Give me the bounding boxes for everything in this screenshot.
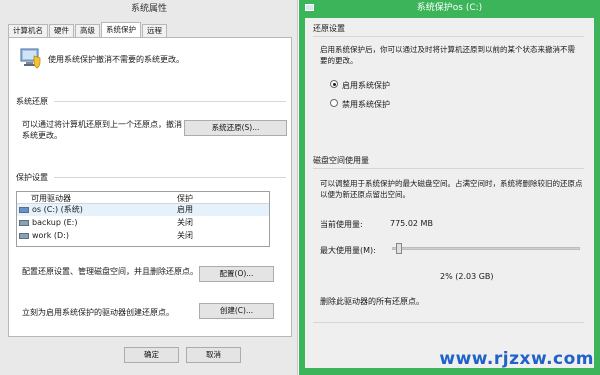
tab-advanced[interactable]: 高级 [75,24,100,37]
cancel-button[interactable]: 取消 [186,347,241,363]
current-usage-value: 775.02 MB [390,219,433,228]
disable-protection-label[interactable]: 禁用系统保护 [342,99,390,110]
disk-usage-desc-line2: 以便为新还原点留出空间。 [320,190,410,199]
configure-button[interactable]: 配置(O)... [199,266,274,282]
tab-hardware[interactable]: 硬件 [49,24,74,37]
drive-list[interactable]: 可用驱动器 保护 os (C:) (系统) 启用 backup (E:) 关闭 … [16,191,270,247]
intro-text: 使用系统保护撤消不需要的系统更改。 [48,55,184,64]
disk-usage-desc: 可以调整用于系统保护的最大磁盘空间。占满空间时，系统将删除较旧的还原点 以便为新… [320,178,583,200]
drive-icon [19,220,29,226]
dialog-title: 系统保护os (C:) [416,3,483,13]
max-usage-slider-track[interactable] [392,247,580,250]
computer-shield-icon [20,47,42,69]
divider [54,177,286,178]
drive-status: 启用 [177,205,193,214]
max-usage-value: 2% (2.03 GB) [440,272,494,281]
current-usage-label: 当前使用量: [320,220,363,229]
enable-protection-label[interactable]: 启用系统保护 [342,80,390,91]
create-button[interactable]: 创建(C)... [199,303,274,319]
window-title: 系统属性 [130,4,167,14]
restore-settings-desc-line1: 启用系统保护后，你可以通过及时将计算机还原到以前的某个状态来撤消不需 [320,45,575,54]
tab-computer-name[interactable]: 计算机名 [8,24,48,37]
create-text: 立刻为启用系统保护的驱动器创建还原点。 [22,308,174,317]
drive-status: 关闭 [177,218,193,227]
system-protection-panel [8,37,292,337]
drive-name: backup (E:) [32,218,78,227]
tab-remote[interactable]: 远程 [142,24,167,37]
restore-desc: 可以通过将计算机还原到上一个还原点，撤消 系统更改。 [22,119,182,141]
restore-desc-line1: 可以通过将计算机还原到上一个还原点，撤消 [22,120,182,129]
system-restore-button[interactable]: 系统还原(S)... [184,120,287,136]
drive-status: 关闭 [177,231,193,240]
drive-name: os (C:) (系统) [32,205,83,214]
delete-restore-points-text: 删除此驱动器的所有还原点。 [320,297,424,306]
ok-button[interactable]: 确定 [124,347,179,363]
tab-strip: 计算机名 硬件 高级 系统保护 远程 [8,22,168,37]
disable-protection-radio[interactable] [330,99,338,107]
drive-row-e[interactable]: backup (E:) 关闭 [17,217,269,229]
tab-system-protection[interactable]: 系统保护 [101,22,141,37]
max-usage-slider-thumb[interactable] [396,243,402,254]
drive-list-header: 可用驱动器 保护 [17,192,269,204]
divider [313,322,584,323]
disk-usage-desc-line1: 可以调整用于系统保护的最大磁盘空间。占满空间时，系统将删除较旧的还原点 [320,179,583,188]
restore-heading: 系统还原 [16,97,48,106]
drive-name: work (D:) [32,231,69,240]
drive-row-d[interactable]: work (D:) 关闭 [17,230,269,242]
divider [313,36,584,37]
watermark: www.rjzxw.com [439,349,594,369]
drive-icon [19,233,29,239]
config-text: 配置还原设置、管理磁盘空间，并且删除还原点。 [22,267,198,276]
restore-settings-desc: 启用系统保护后，你可以通过及时将计算机还原到以前的某个状态来撤消不需 要的更改。 [320,44,575,66]
max-usage-label: 最大使用量(M): [320,246,376,255]
restore-desc-line2: 系统更改。 [22,131,62,140]
restore-settings-desc-line2: 要的更改。 [320,56,358,65]
drive-row-c[interactable]: os (C:) (系统) 启用 [17,204,269,216]
divider [54,101,286,102]
disk-usage-heading: 磁盘空间使用量 [313,156,369,165]
col-drive[interactable]: 可用驱动器 [31,193,71,204]
divider [313,168,584,169]
col-status[interactable]: 保护 [177,193,193,204]
protection-heading: 保护设置 [16,173,48,182]
drive-icon [19,207,29,213]
enable-protection-radio[interactable] [330,80,338,88]
restore-settings-heading: 还原设置 [313,24,345,33]
